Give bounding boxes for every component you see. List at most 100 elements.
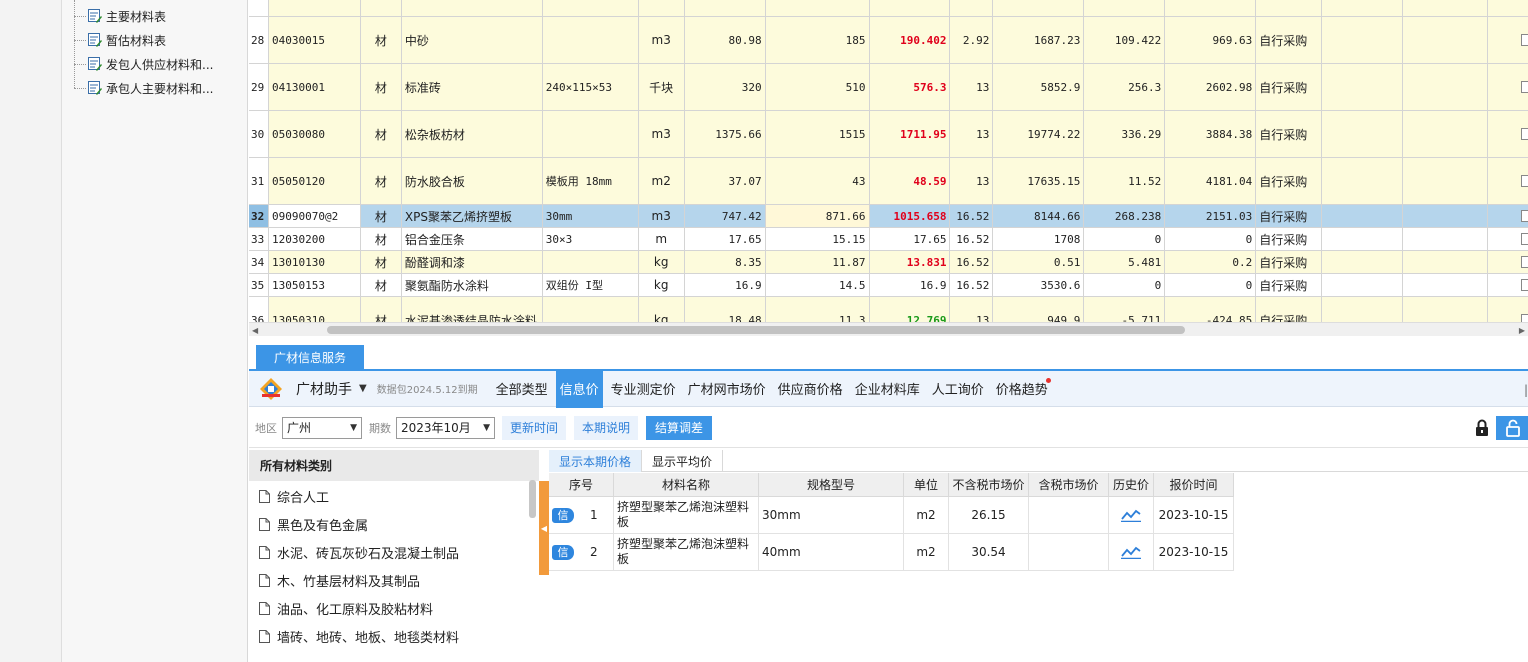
cell-code[interactable]: 13050153: [268, 274, 361, 297]
scroll-right-arrow-icon[interactable]: ▶: [1519, 326, 1525, 335]
cell-e3[interactable]: [1488, 64, 1528, 111]
nav-tab-4[interactable]: 供应商价格: [774, 370, 847, 408]
cell-supply[interactable]: 自行采购: [1256, 297, 1323, 322]
cell-name[interactable]: 中砂: [401, 17, 543, 64]
cell-e2[interactable]: [1403, 64, 1489, 111]
category-item[interactable]: 水泥、砖瓦灰砂石及混凝土制品: [259, 538, 459, 566]
scroll-left-arrow-icon[interactable]: ◀: [252, 326, 258, 335]
cell-v6[interactable]: [1084, 0, 1166, 17]
cell-num[interactable]: 36: [249, 297, 269, 322]
cell-e3[interactable]: [1488, 0, 1528, 17]
cell-e2[interactable]: [1403, 297, 1489, 322]
cell-unit[interactable]: kg: [638, 274, 685, 297]
cell-e2[interactable]: [1403, 251, 1489, 274]
trend-chart-icon[interactable]: [1121, 508, 1141, 523]
cell-v4[interactable]: 2.92: [950, 17, 994, 64]
cell-e1[interactable]: [1322, 205, 1404, 228]
update-time-button[interactable]: 更新时间: [502, 415, 566, 440]
cell-num[interactable]: 29: [249, 64, 269, 111]
cell-v1[interactable]: 17.65: [684, 228, 766, 251]
cell-spec[interactable]: 模板用 18mm: [542, 158, 639, 205]
cell-v4[interactable]: [950, 0, 994, 17]
column-header[interactable]: 含税市场价: [1029, 473, 1109, 497]
cell-v4[interactable]: 13: [950, 111, 994, 158]
cell-supply[interactable]: 自行采购: [1256, 17, 1323, 64]
cell-v5[interactable]: 17635.15: [993, 158, 1085, 205]
history-price-cell[interactable]: [1109, 534, 1154, 571]
unit-cell[interactable]: m2: [904, 497, 949, 534]
cell-v7[interactable]: 2602.98: [1165, 64, 1257, 111]
row-checkbox[interactable]: [1521, 210, 1528, 222]
cell-code[interactable]: 04030015: [268, 17, 361, 64]
table-row[interactable]: 29 04130001 材标准砖 240×115×53 千块 320 510 576.3 13 5…: [249, 64, 1528, 111]
cell-v5[interactable]: 8144.66: [993, 205, 1085, 228]
assistant-label[interactable]: 广材助手: [296, 379, 352, 399]
table-row[interactable]: 30 05030080 材松杂板枋材 m3 1375.66 1515 1711.95 13 19…: [249, 111, 1528, 158]
unlock-icon[interactable]: [1496, 416, 1528, 440]
cell-supply[interactable]: 自行采购: [1256, 274, 1323, 297]
region-select[interactable]: 广州 ▼: [282, 416, 362, 439]
cell-v5[interactable]: [993, 0, 1085, 17]
cell-v2[interactable]: 510: [765, 64, 870, 111]
cell-v6[interactable]: 0: [1084, 274, 1166, 297]
cell-v3[interactable]: 12.769: [870, 297, 951, 322]
cell-v6[interactable]: 109.422: [1084, 17, 1166, 64]
quote-date-cell[interactable]: 2023-10-15: [1154, 497, 1234, 534]
cell-unit[interactable]: m2: [638, 158, 685, 205]
tax-price-cell[interactable]: [1029, 534, 1109, 571]
cell-e3[interactable]: [1488, 111, 1528, 158]
cell-kind[interactable]: 材: [360, 228, 402, 251]
cell-name[interactable]: 铝合金压条: [401, 228, 543, 251]
cell-v4[interactable]: 13: [950, 64, 994, 111]
cell-v2[interactable]: 11.3: [766, 297, 870, 322]
cell-e1[interactable]: [1322, 111, 1404, 158]
cell-name[interactable]: XPS聚苯乙烯挤塑板: [401, 205, 543, 228]
cell-v4[interactable]: 16.52: [950, 228, 994, 251]
cell-e3[interactable]: [1488, 228, 1528, 251]
cell-v3[interactable]: 190.402: [869, 17, 951, 64]
quote-date-cell[interactable]: 2023-10-15: [1154, 534, 1234, 571]
region-dropdown-icon[interactable]: ▼: [350, 423, 357, 433]
cell-code[interactable]: 04130001: [268, 64, 361, 111]
settlement-adjust-button[interactable]: 结算调差: [646, 415, 712, 440]
cell-e3[interactable]: [1488, 297, 1528, 322]
service-panel-tab[interactable]: 广材信息服务: [256, 345, 364, 369]
cell-num[interactable]: 30: [249, 111, 269, 158]
cell-code[interactable]: 13010130: [268, 251, 361, 274]
cell-e1[interactable]: [1322, 274, 1404, 297]
cell-e2[interactable]: [1403, 228, 1489, 251]
category-item[interactable]: 油品、化工原料及胶粘材料: [259, 594, 433, 622]
cell-v2[interactable]: 11.87: [765, 251, 870, 274]
tree-item[interactable]: 主要材料表: [74, 5, 166, 27]
cell-v6[interactable]: 256.3: [1084, 64, 1166, 111]
cell-v6[interactable]: 5.481: [1084, 251, 1166, 274]
cell-supply[interactable]: 自行采购: [1256, 158, 1323, 205]
period-dropdown-icon[interactable]: ▼: [483, 423, 490, 433]
table-row[interactable]: 34 13010130 材酚醛调和漆 kg 8.35 11.87 13.831 16.52 0.…: [249, 251, 1528, 274]
cell-e2[interactable]: [1403, 0, 1489, 17]
spec-cell[interactable]: 30mm: [759, 497, 904, 534]
cell-name[interactable]: [401, 0, 543, 17]
tree-item[interactable]: 发包人供应材料和...: [74, 53, 213, 75]
material-name-cell[interactable]: 挤塑型聚苯乙烯泡沫塑料板: [614, 534, 759, 571]
cell-spec[interactable]: 240×115×53: [542, 64, 639, 111]
cell-v3[interactable]: [869, 0, 951, 17]
price-row[interactable]: 信 1 挤塑型聚苯乙烯泡沫塑料板 30mm m2 26.15 2023-10-15: [549, 497, 1234, 534]
grid-horizontal-scrollbar[interactable]: ◀ ▶: [249, 322, 1528, 336]
cell-v6[interactable]: 0: [1084, 228, 1166, 251]
cell-v4[interactable]: 16.52: [950, 274, 994, 297]
trend-chart-icon[interactable]: [1121, 545, 1141, 560]
cell-supply[interactable]: 自行采购: [1256, 251, 1323, 274]
cell-spec[interactable]: [542, 17, 639, 64]
cell-v3[interactable]: 1711.95: [869, 111, 951, 158]
tax-price-cell[interactable]: [1029, 497, 1109, 534]
table-row[interactable]: 33 12030200 材铝合金压条 30×3 m 17.65 15.15 17.65 16.5…: [249, 228, 1528, 251]
cell-v7[interactable]: 969.63: [1165, 17, 1257, 64]
cell-unit[interactable]: 千块: [638, 64, 685, 111]
cell-kind[interactable]: 材: [360, 274, 402, 297]
column-header[interactable]: 单位: [904, 473, 949, 497]
cell-v7[interactable]: 3884.38: [1165, 111, 1257, 158]
cell-v1[interactable]: [684, 0, 766, 17]
cell-spec[interactable]: [542, 111, 639, 158]
cell-code[interactable]: 09090070@2: [268, 205, 361, 228]
